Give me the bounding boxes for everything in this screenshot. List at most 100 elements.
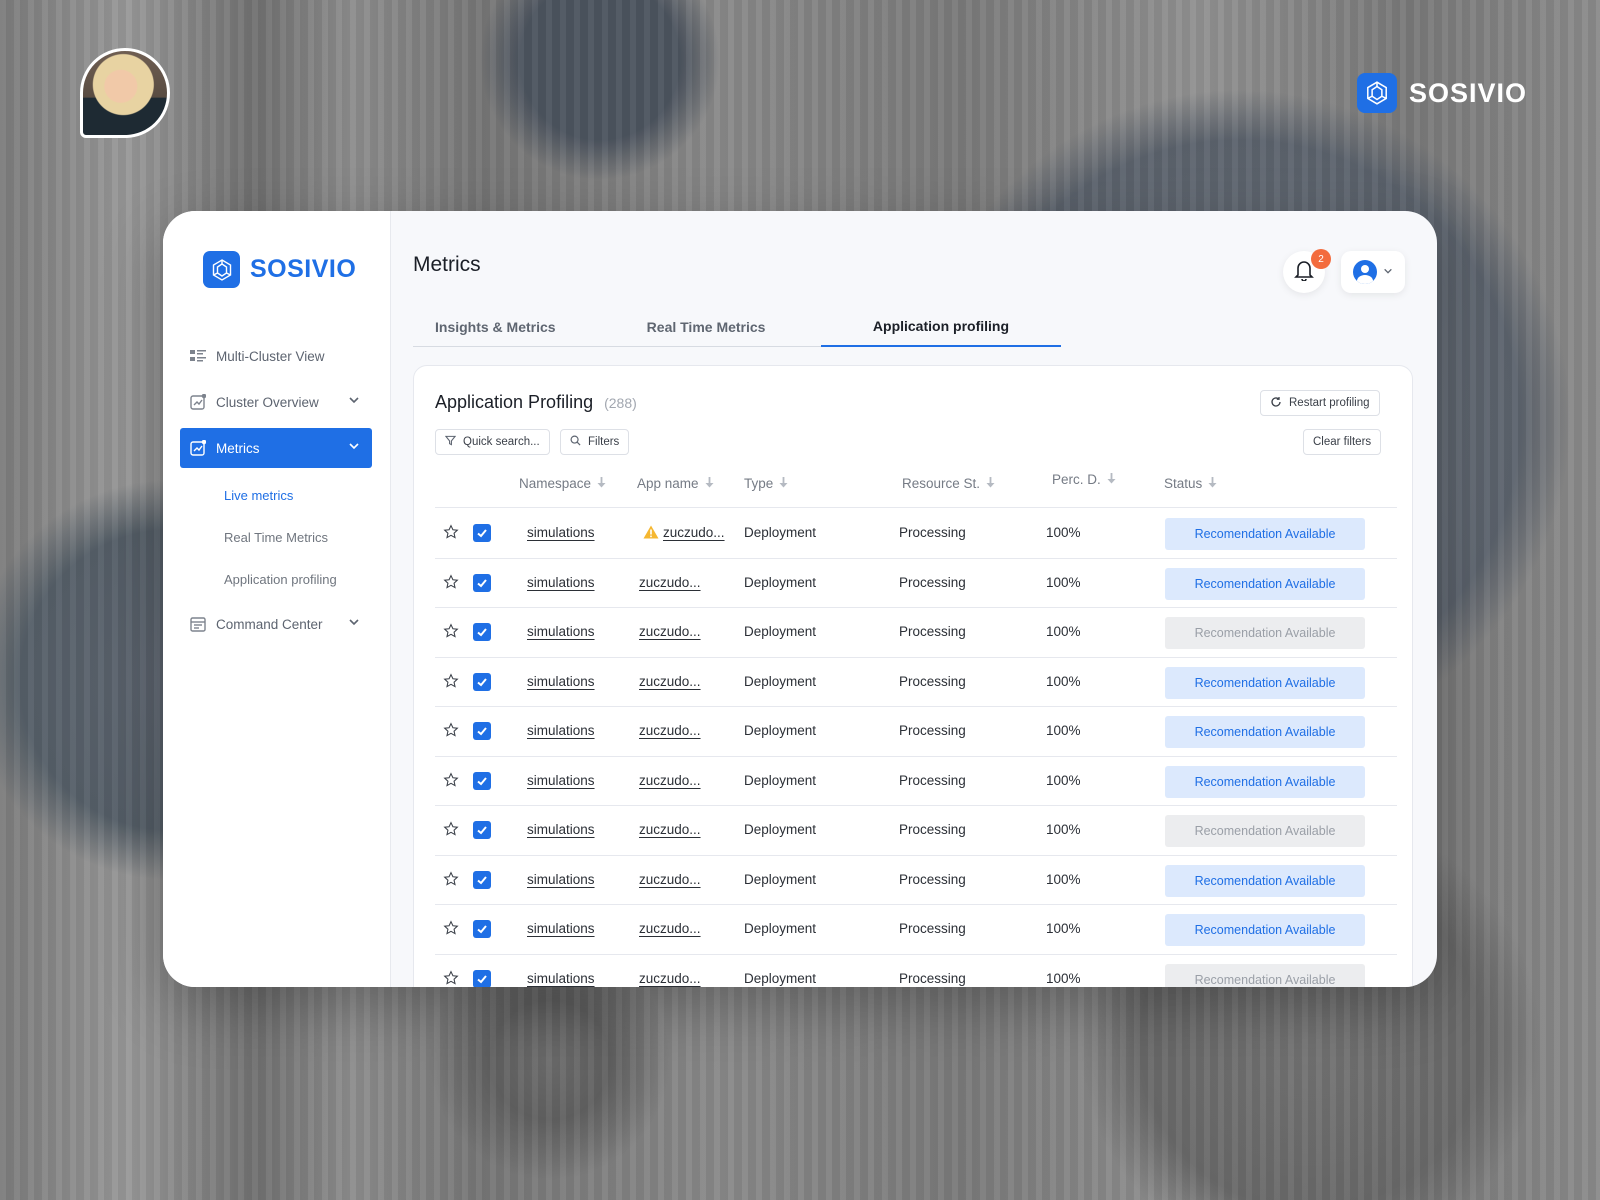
row-checkbox[interactable] xyxy=(473,573,491,592)
column-header-status[interactable]: Status xyxy=(1164,476,1217,491)
star-icon[interactable] xyxy=(443,771,459,791)
status-badge[interactable]: Recomendation Available xyxy=(1165,765,1365,798)
status-badge[interactable]: Recomendation Available xyxy=(1165,666,1365,699)
column-header-app-name[interactable]: App name xyxy=(637,476,714,491)
namespace-link[interactable]: simulations xyxy=(527,773,595,788)
status-badge[interactable]: Recomendation Available xyxy=(1165,617,1365,649)
row-checkbox[interactable] xyxy=(473,623,491,641)
perc-d-cell: 100% xyxy=(1046,871,1081,887)
app-name-link[interactable]: zuczudo... xyxy=(639,872,701,887)
app-name-link[interactable]: zuczudo... xyxy=(639,723,701,738)
app-name-link[interactable]: zuczudo... xyxy=(639,921,701,936)
namespace-link[interactable]: simulations xyxy=(527,674,595,689)
calendar-icon xyxy=(190,616,206,632)
app-name-link[interactable]: zuczudo... xyxy=(639,624,701,639)
status-badge[interactable]: Recomendation Available xyxy=(1165,518,1365,550)
status-badge[interactable]: Recomendation Available xyxy=(1165,815,1365,847)
sort-arrow-icon xyxy=(1107,472,1116,487)
main-content: Metrics 2 Insights & Metrics Real Time M… xyxy=(391,211,1437,987)
namespace-link[interactable]: simulations xyxy=(527,723,595,738)
row-checkbox[interactable] xyxy=(473,821,491,839)
row-checkbox[interactable] xyxy=(473,969,491,987)
star-icon[interactable] xyxy=(443,920,459,939)
chevron-down-icon[interactable] xyxy=(348,616,360,631)
tab-application-profiling[interactable]: Application profiling xyxy=(820,307,1061,347)
status-badge[interactable]: Recomendation Available xyxy=(1165,716,1365,748)
panel-title-text: Application Profiling xyxy=(435,392,594,412)
restart-profiling-button[interactable]: Restart profiling xyxy=(1260,390,1380,416)
user-menu-button[interactable] xyxy=(1341,251,1405,293)
star-icon[interactable] xyxy=(443,623,459,642)
table-row[interactable]: simulations zuczudo... Deployment Proces… xyxy=(435,509,1397,559)
app-name-link[interactable]: zuczudo... xyxy=(663,525,725,540)
table-row[interactable]: simulations zuczudo... Deployment Proces… xyxy=(435,658,1397,707)
filters-button[interactable]: Filters xyxy=(560,429,630,455)
namespace-link[interactable]: simulations xyxy=(527,872,595,887)
sidebar: SOSIVIO Multi-Cluster View Cluster Overv… xyxy=(163,211,391,987)
app-name-link[interactable]: zuczudo... xyxy=(639,773,701,788)
designer-avatar xyxy=(80,48,170,138)
app-name-link[interactable]: zuczudo... xyxy=(639,575,701,590)
type-cell: Deployment xyxy=(744,574,817,590)
column-header-type[interactable]: Type xyxy=(744,476,788,491)
sidebar-item-multi-cluster-view[interactable]: Multi-Cluster View xyxy=(180,336,372,376)
panel-count: (288) xyxy=(604,395,637,411)
status-badge[interactable]: Recomendation Available xyxy=(1165,567,1365,600)
sidebar-item-metrics[interactable]: Metrics xyxy=(180,428,372,468)
column-header-namespace[interactable]: Namespace xyxy=(519,476,606,491)
column-header-perc-d[interactable]: Perc. D. xyxy=(1052,472,1116,487)
namespace-link[interactable]: simulations xyxy=(527,971,595,986)
column-label: Perc. D. xyxy=(1052,472,1101,487)
namespace-link[interactable]: simulations xyxy=(527,525,595,540)
tab-insights-metrics[interactable]: Insights & Metrics xyxy=(413,307,627,347)
status-badge[interactable]: Recomendation Available xyxy=(1165,864,1365,897)
row-checkbox[interactable] xyxy=(473,771,491,790)
column-header-resource-status[interactable]: Resource St. xyxy=(902,476,995,491)
star-icon[interactable] xyxy=(443,672,459,692)
tab-real-time-metrics[interactable]: Real Time Metrics xyxy=(627,307,821,347)
chevron-down-icon[interactable] xyxy=(348,394,360,409)
app-name-link[interactable]: zuczudo... xyxy=(639,971,701,986)
status-badge[interactable]: Recomendation Available xyxy=(1165,963,1365,987)
app-name-link[interactable]: zuczudo... xyxy=(639,674,701,689)
namespace-link[interactable]: simulations xyxy=(527,624,595,639)
namespace-link[interactable]: simulations xyxy=(527,822,595,837)
chart-icon xyxy=(190,440,206,456)
star-icon[interactable] xyxy=(443,573,459,593)
restart-profiling-label: Restart profiling xyxy=(1289,397,1370,409)
table-row[interactable]: simulations zuczudo... Deployment Proces… xyxy=(435,806,1397,856)
table-row[interactable]: simulations zuczudo... Deployment Proces… xyxy=(435,559,1397,608)
star-icon[interactable] xyxy=(443,870,459,890)
table-row[interactable]: simulations zuczudo... Deployment Proces… xyxy=(435,955,1397,988)
table-row[interactable]: simulations zuczudo... Deployment Proces… xyxy=(435,707,1397,757)
clear-filters-button[interactable]: Clear filters xyxy=(1303,429,1382,455)
sidebar-subitem-live-metrics[interactable]: Live metrics xyxy=(180,474,372,516)
sidebar-item-command-center[interactable]: Command Center xyxy=(180,604,372,644)
row-checkbox[interactable] xyxy=(473,524,491,542)
notification-badge: 2 xyxy=(1311,249,1331,269)
star-icon[interactable] xyxy=(443,969,459,988)
quick-search-button[interactable]: Quick search... xyxy=(435,429,550,455)
star-icon[interactable] xyxy=(443,722,459,741)
table-row[interactable]: simulations zuczudo... Deployment Proces… xyxy=(435,608,1397,658)
table-row[interactable]: simulations zuczudo... Deployment Proces… xyxy=(435,905,1397,955)
row-checkbox[interactable] xyxy=(473,672,491,691)
chevron-down-icon[interactable] xyxy=(348,440,360,455)
star-icon[interactable] xyxy=(443,821,459,840)
notifications-button[interactable]: 2 xyxy=(1283,249,1331,293)
sidebar-subitem-application-profiling[interactable]: Application profiling xyxy=(180,558,372,600)
table-row[interactable]: simulations zuczudo... Deployment Proces… xyxy=(435,757,1397,806)
star-icon[interactable] xyxy=(443,524,459,543)
sidebar-brand[interactable]: SOSIVIO xyxy=(203,251,356,288)
row-checkbox[interactable] xyxy=(473,722,491,740)
sidebar-item-cluster-overview[interactable]: Cluster Overview xyxy=(180,382,372,422)
sosivio-logo-icon xyxy=(1357,73,1397,113)
row-checkbox[interactable] xyxy=(473,870,491,889)
namespace-link[interactable]: simulations xyxy=(527,921,595,936)
namespace-link[interactable]: simulations xyxy=(527,575,595,590)
status-badge[interactable]: Recomendation Available xyxy=(1165,914,1365,946)
table-row[interactable]: simulations zuczudo... Deployment Proces… xyxy=(435,856,1397,905)
app-name-link[interactable]: zuczudo... xyxy=(639,822,701,837)
sidebar-subitem-real-time-metrics[interactable]: Real Time Metrics xyxy=(180,516,372,558)
row-checkbox[interactable] xyxy=(473,920,491,938)
